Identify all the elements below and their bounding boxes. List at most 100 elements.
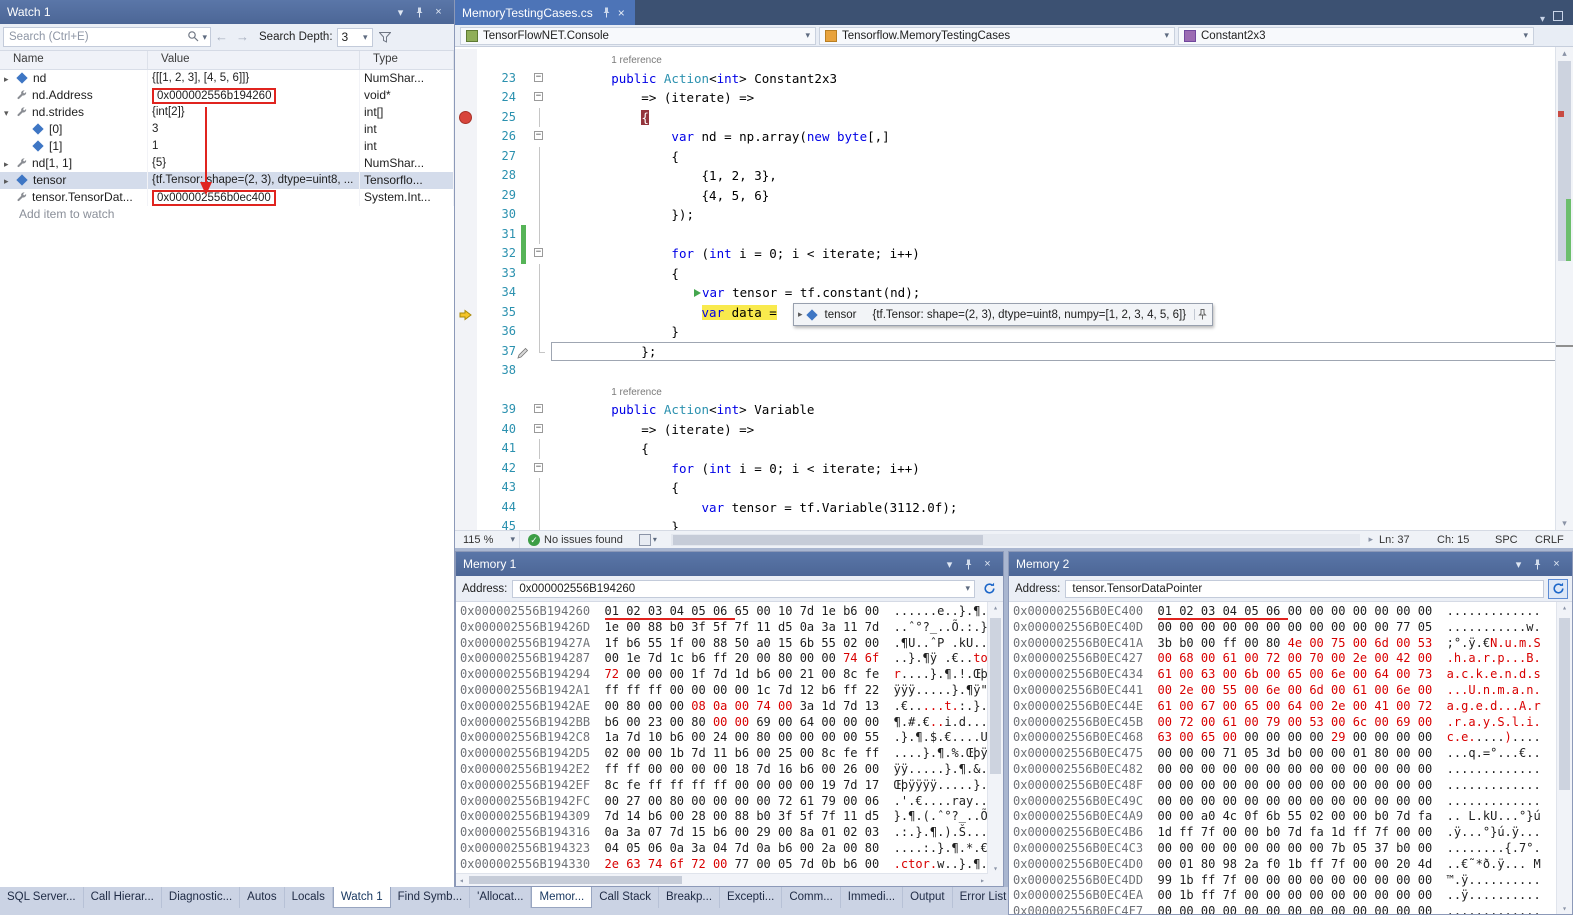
memory-byte[interactable]: 00 xyxy=(691,794,713,808)
memory-byte[interactable]: 64 xyxy=(800,715,822,729)
filter-icon[interactable] xyxy=(379,32,391,43)
watch-column-headers[interactable]: Name Value Type xyxy=(0,51,454,70)
memory-byte[interactable]: 3f xyxy=(778,809,800,823)
memory-byte[interactable]: 00 xyxy=(1418,683,1440,697)
memory-byte[interactable]: 00 xyxy=(1201,904,1223,914)
memory-byte[interactable]: a0 xyxy=(1201,809,1223,823)
memory-byte[interactable]: fe xyxy=(626,778,648,792)
memory-byte[interactable]: 00 xyxy=(843,715,865,729)
memory-byte[interactable]: 79 xyxy=(821,794,843,808)
search-next-icon[interactable]: → xyxy=(236,27,249,47)
memory-byte[interactable]: 65 xyxy=(1244,699,1266,713)
code-cleanup-icon[interactable] xyxy=(639,534,651,546)
tool-tab-immedi-[interactable]: Immedi... xyxy=(841,887,903,908)
watch-value-annotated[interactable]: 0x000002556b194260 xyxy=(152,88,276,104)
memory-byte[interactable]: 00 xyxy=(605,651,627,665)
memory-byte[interactable]: 2e xyxy=(1331,699,1353,713)
memory-byte[interactable]: 00 xyxy=(1331,762,1353,776)
memory-byte[interactable]: 00 xyxy=(1374,888,1396,902)
memory-byte[interactable]: b6 xyxy=(756,667,778,681)
watch-value-annotated[interactable]: 0x000002556b0ec400 xyxy=(152,190,276,206)
memory-byte[interactable]: 00 xyxy=(1158,904,1180,914)
watch-value[interactable]: {[[1, 2, 3], [4, 5, 6]]} xyxy=(152,72,249,84)
memory-byte[interactable]: 00 xyxy=(1374,651,1396,665)
memory-byte[interactable]: 69 xyxy=(1396,715,1418,729)
line-number[interactable]: 44 xyxy=(477,498,521,518)
memory-byte[interactable]: 00 xyxy=(1179,809,1201,823)
memory-byte[interactable]: 00 xyxy=(1374,873,1396,887)
memory-byte[interactable]: 00 xyxy=(1223,667,1245,681)
memory-row[interactable]: 0x000002556B0EC41A 3b b0 00 ff 00 80 4e … xyxy=(1013,636,1556,652)
memory-byte[interactable]: 00 xyxy=(1244,683,1266,697)
tool-tab-excepti-[interactable]: Excepti... xyxy=(720,887,782,908)
memory-row[interactable]: 0x000002556B1942BB b6 00 23 00 80 00 00 … xyxy=(460,715,987,731)
code-text[interactable]: { xyxy=(551,478,1556,498)
memory-byte[interactable]: ff xyxy=(865,746,887,760)
memory-row[interactable]: 0x000002556B1942C8 1a 7d 10 b6 00 24 00 … xyxy=(460,730,987,746)
memory-byte[interactable]: 1e xyxy=(626,651,648,665)
outline-margin[interactable] xyxy=(529,49,551,69)
memory-byte[interactable]: b6 xyxy=(800,762,822,776)
memory-byte[interactable]: 6e xyxy=(1396,683,1418,697)
memory-row[interactable]: 0x000002556B194316 0a 3a 07 7d 15 b6 00 … xyxy=(460,825,987,841)
breakpoint-gutter[interactable] xyxy=(455,322,477,342)
tool-tab--allocat-[interactable]: 'Allocat... xyxy=(470,887,531,908)
memory-byte[interactable]: 00 xyxy=(713,683,735,697)
memory-byte[interactable]: 03 xyxy=(1201,604,1223,620)
tool-tab-error-list[interactable]: Error List xyxy=(953,887,1008,908)
memory-byte[interactable]: 00 xyxy=(843,841,865,855)
memory-byte[interactable]: 00 xyxy=(1244,888,1266,902)
memory-byte[interactable]: 00 xyxy=(1223,825,1245,839)
memory-byte[interactable]: b0 xyxy=(1266,825,1288,839)
address-input[interactable] xyxy=(517,582,962,596)
memory-byte[interactable]: 00 xyxy=(821,762,843,776)
line-number[interactable]: 45 xyxy=(477,517,521,530)
memory-byte[interactable]: 00 xyxy=(735,825,757,839)
memory-byte[interactable]: 00 xyxy=(1374,715,1396,729)
memory-byte[interactable]: 00 xyxy=(778,825,800,839)
memory-byte[interactable]: ff xyxy=(670,778,692,792)
memory-byte[interactable]: 00 xyxy=(1418,746,1440,760)
memory-byte[interactable]: ff xyxy=(1309,857,1331,871)
memory-byte[interactable]: 7d xyxy=(778,683,800,697)
memory-byte[interactable]: 3a xyxy=(800,699,822,713)
memory-byte[interactable]: 00 xyxy=(1353,794,1375,808)
memory-byte[interactable]: 00 xyxy=(1201,620,1223,634)
memory-byte[interactable]: 00 xyxy=(1244,778,1266,792)
memory-byte[interactable]: 68 xyxy=(1179,651,1201,665)
memory-byte[interactable]: 6d xyxy=(1374,636,1396,650)
memory-byte[interactable]: 00 xyxy=(865,762,887,776)
memory1-titlebar[interactable]: Memory 1 ▾ × xyxy=(456,552,1003,576)
breakpoint-gutter[interactable] xyxy=(455,225,477,245)
memory-byte[interactable]: 00 xyxy=(1374,620,1396,634)
memory-byte[interactable]: 00 xyxy=(800,746,822,760)
memory-byte[interactable]: 3f xyxy=(691,620,713,634)
member-dropdown[interactable]: Constant2x3 ▾ xyxy=(1178,27,1534,45)
scroll-down-icon[interactable]: ▾ xyxy=(1557,904,1572,913)
line-number[interactable]: 42 xyxy=(477,459,521,479)
code-text[interactable]: var nd = np.array(new byte[,] xyxy=(551,127,1556,147)
close-icon[interactable]: × xyxy=(979,558,996,570)
memory-byte[interactable]: 61 xyxy=(1158,699,1180,713)
memory-byte[interactable]: 80 xyxy=(626,699,648,713)
memory2-titlebar[interactable]: Memory 2 ▾ × xyxy=(1009,552,1572,576)
document-tab[interactable]: MemoryTestingCases.cs × xyxy=(455,0,635,25)
memory-byte[interactable]: 00 xyxy=(670,667,692,681)
memory-byte[interactable]: 00 xyxy=(1201,762,1223,776)
memory-byte[interactable]: 2e xyxy=(1179,683,1201,697)
memory-byte[interactable]: 00 xyxy=(1331,746,1353,760)
outline-margin[interactable] xyxy=(529,400,551,420)
collapse-icon[interactable] xyxy=(534,73,543,82)
memory-byte[interactable]: 00 xyxy=(1396,730,1418,744)
memory-byte[interactable]: 17 xyxy=(865,778,887,792)
memory-byte[interactable]: 12 xyxy=(800,683,822,697)
memory-byte[interactable]: 79 xyxy=(1266,715,1288,729)
memory-byte[interactable]: 00 xyxy=(1309,730,1331,744)
memory-byte[interactable]: 1d xyxy=(821,699,843,713)
memory-byte[interactable]: 00 xyxy=(1288,683,1310,697)
close-icon[interactable]: × xyxy=(615,6,628,20)
memory-byte[interactable]: 00 xyxy=(1396,604,1418,618)
memory-byte[interactable]: 00 xyxy=(843,730,865,744)
memory-byte[interactable]: 00 xyxy=(1201,794,1223,808)
scroll-up-icon[interactable]: ▴ xyxy=(1557,603,1572,612)
